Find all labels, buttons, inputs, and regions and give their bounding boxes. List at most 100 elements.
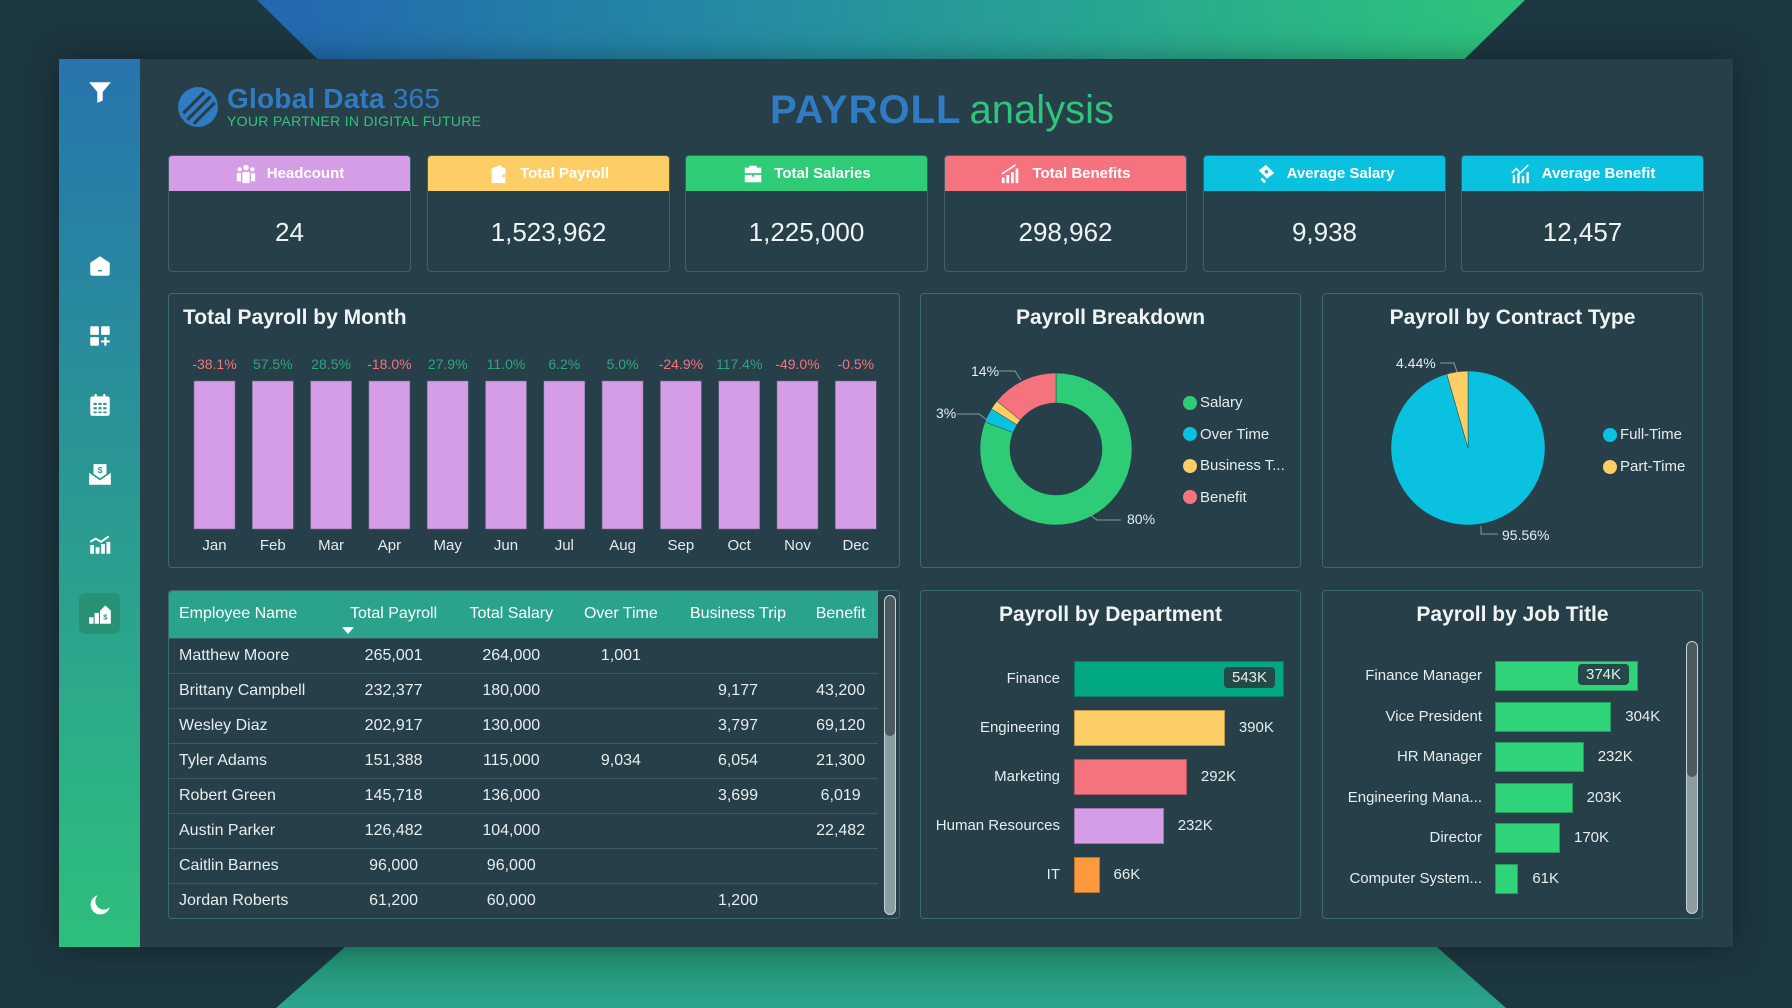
bar-engineering-mana[interactable] [1495,782,1573,813]
column-header-employee-name[interactable]: Employee Name [169,591,334,638]
kpi-header: Average Benefit [1462,156,1703,191]
data-label: 170K [1574,829,1610,846]
bar-line-chart-icon [89,535,110,554]
cell-business-trip [672,637,804,673]
kpi-value: 298,962 [1018,216,1113,247]
data-label: 11.0% [487,356,526,372]
table-row[interactable]: Jordan Roberts 61,200 60,000 1,200 [169,882,878,918]
cell-total-salary: 96,000 [453,847,570,883]
legend-marker [1183,490,1197,504]
y-tick-label: Finance [1006,670,1060,687]
kpi-card-average-salary: Average Salary 9,938 [1203,155,1446,272]
trend-chart-icon [1510,163,1529,183]
cell-total-salary: 115,000 [453,742,570,778]
kpi-header: Average Salary [1204,156,1445,191]
sidebar-item-analytics[interactable] [79,523,120,564]
cell-employee-name: Austin Parker [169,812,334,848]
job-chart-scrollbar-thumb[interactable] [1687,642,1697,777]
kpi-label: Total Benefits [1032,165,1131,182]
column-header-business-trip[interactable]: Business Trip [672,591,804,638]
bar-human-resources[interactable] [1074,808,1164,844]
column-header-benefit[interactable]: Benefit [803,591,878,638]
sidebar-item-payroll[interactable]: $ [79,593,120,634]
legend-item[interactable]: Part-Time [1603,458,1685,475]
cell-business-trip: 6,054 [672,742,804,778]
sidebar-item-filter[interactable] [79,71,120,112]
bar-vice-president[interactable] [1495,701,1612,732]
table-scrollbar-thumb[interactable] [885,596,895,736]
legend-label: Full-Time [1620,426,1682,443]
legend-label: Salary [1200,394,1243,411]
x-tick-label: Oct [728,537,752,554]
cell-total-payroll: 61,200 [333,882,454,918]
x-tick-label: Sep [668,537,695,554]
column-header-over-time[interactable]: Over Time [569,591,673,638]
bar-marketing[interactable] [1074,759,1187,795]
cell-benefit: 22,482 [803,812,878,848]
bar-computer-system[interactable] [1495,863,1519,894]
kpi-label: Headcount [266,165,345,182]
table-row[interactable]: Tyler Adams 151,388 115,000 9,034 6,054 21,30… [169,742,878,778]
background-banner-bottom [276,945,1506,1008]
cell-benefit [803,847,878,883]
data-label: -38.1% [192,356,236,372]
cell-total-payroll: 202,917 [333,707,454,743]
table-row[interactable]: Caitlin Barnes 96,000 96,000 [169,847,878,883]
legend-item[interactable]: Salary [1183,394,1243,411]
chart-title: Payroll by Department [999,603,1222,626]
cell-over-time [569,847,673,883]
legend-item[interactable]: Benefit [1183,489,1247,506]
kpi-card-total-salaries: Total Salaries 1,225,000 [685,155,928,272]
kpi-label: Average Benefit [1541,165,1656,182]
bar-director[interactable] [1495,823,1560,853]
data-label: 5.0% [607,356,639,372]
sidebar-item-payslip[interactable]: $ [79,454,120,495]
sidebar-item-home[interactable] [79,245,120,286]
cell-business-trip: 3,699 [672,777,804,813]
sidebar-item-dashboard[interactable] [79,315,120,356]
table-row[interactable]: Austin Parker 126,482 104,000 22,482 [169,812,878,848]
dollar-growth-icon: $ [88,604,111,624]
table-row[interactable]: Wesley Diaz 202,917 130,000 3,797 69,120 [169,707,878,743]
bar-engineering[interactable] [1074,710,1225,746]
bar-hr-manager[interactable] [1495,742,1584,772]
table-row[interactable]: Matthew Moore 265,001 264,000 1,001 [169,637,878,673]
kpi-header: Total Salaries [686,156,927,191]
bar-jun [485,380,527,530]
kpi-header: Total Payroll [428,156,669,191]
briefcase-icon [745,165,762,182]
svg-text:$: $ [97,464,102,474]
data-label: 66K [1113,866,1141,883]
sidebar-item-theme[interactable] [79,884,120,925]
x-tick-label: Jul [555,537,574,554]
leader-line [1440,362,1458,373]
brand-name: Global Data [227,83,385,114]
data-label: -49.0% [775,356,819,372]
cell-total-payroll: 145,718 [333,777,454,813]
table-row[interactable]: Brittany Campbell 232,377 180,000 9,177 43,2… [169,672,878,708]
data-label: 3% [936,405,956,421]
job-chart-scrollbar[interactable] [1686,641,1698,914]
table-row[interactable]: Robert Green 145,718 136,000 3,699 6,019 [169,777,878,813]
column-header-total-salary[interactable]: Total Salary [453,591,570,638]
legend-item[interactable]: Over Time [1183,426,1269,443]
bar-may [426,380,469,530]
data-label: 304K [1625,707,1661,725]
bar-jan [193,380,236,530]
cell-total-salary: 180,000 [453,672,570,708]
table-scrollbar[interactable] [884,595,896,915]
data-label: 61K [1532,869,1560,887]
legend-item[interactable]: Business T... [1183,457,1285,474]
cell-benefit: 21,300 [803,742,878,778]
column-header-total-payroll[interactable]: Total Payroll [333,591,454,638]
bar-it[interactable] [1074,857,1100,893]
cell-business-trip: 9,177 [672,672,804,708]
chart-panel-contract-type: Payroll by Contract Type 4.44% 95.56% Ful… [1322,293,1703,568]
cell-business-trip: 3,797 [672,707,804,743]
cell-employee-name: Caitlin Barnes [169,847,334,883]
x-tick-label: Apr [378,537,401,554]
cell-total-salary: 104,000 [453,812,570,848]
leader-line [957,413,988,421]
legend-item[interactable]: Full-Time [1603,426,1682,443]
sidebar-item-calendar[interactable] [79,384,120,425]
